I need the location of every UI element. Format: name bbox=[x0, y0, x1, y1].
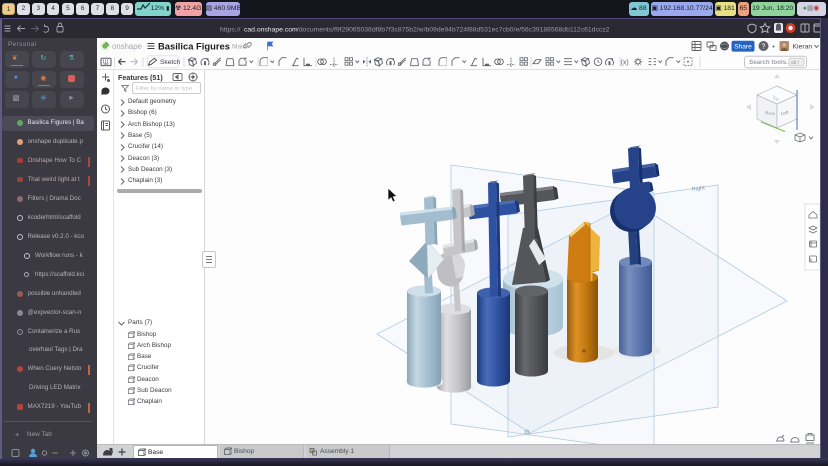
svg-text:Basilica Figures: Basilica Figures bbox=[158, 41, 230, 52]
svg-text:https://: https:// bbox=[220, 27, 241, 34]
svg-text:cad.onshape.com: cad.onshape.com bbox=[244, 27, 298, 34]
svg-text:?: ? bbox=[762, 44, 766, 51]
svg-text:onshape: onshape bbox=[112, 42, 142, 51]
svg-text:Sketch: Sketch bbox=[160, 59, 180, 66]
svg-text:/documents/f9f29065038df8b7f3c: /documents/f9f29065038df8b7f3c875b2/w/b0… bbox=[297, 27, 610, 34]
svg-text:Share: Share bbox=[734, 44, 752, 51]
svg-text:Kieran: Kieran bbox=[793, 44, 813, 51]
svg-text:alt /: alt / bbox=[791, 60, 800, 66]
svg-text:Search tools...: Search tools... bbox=[749, 59, 792, 66]
